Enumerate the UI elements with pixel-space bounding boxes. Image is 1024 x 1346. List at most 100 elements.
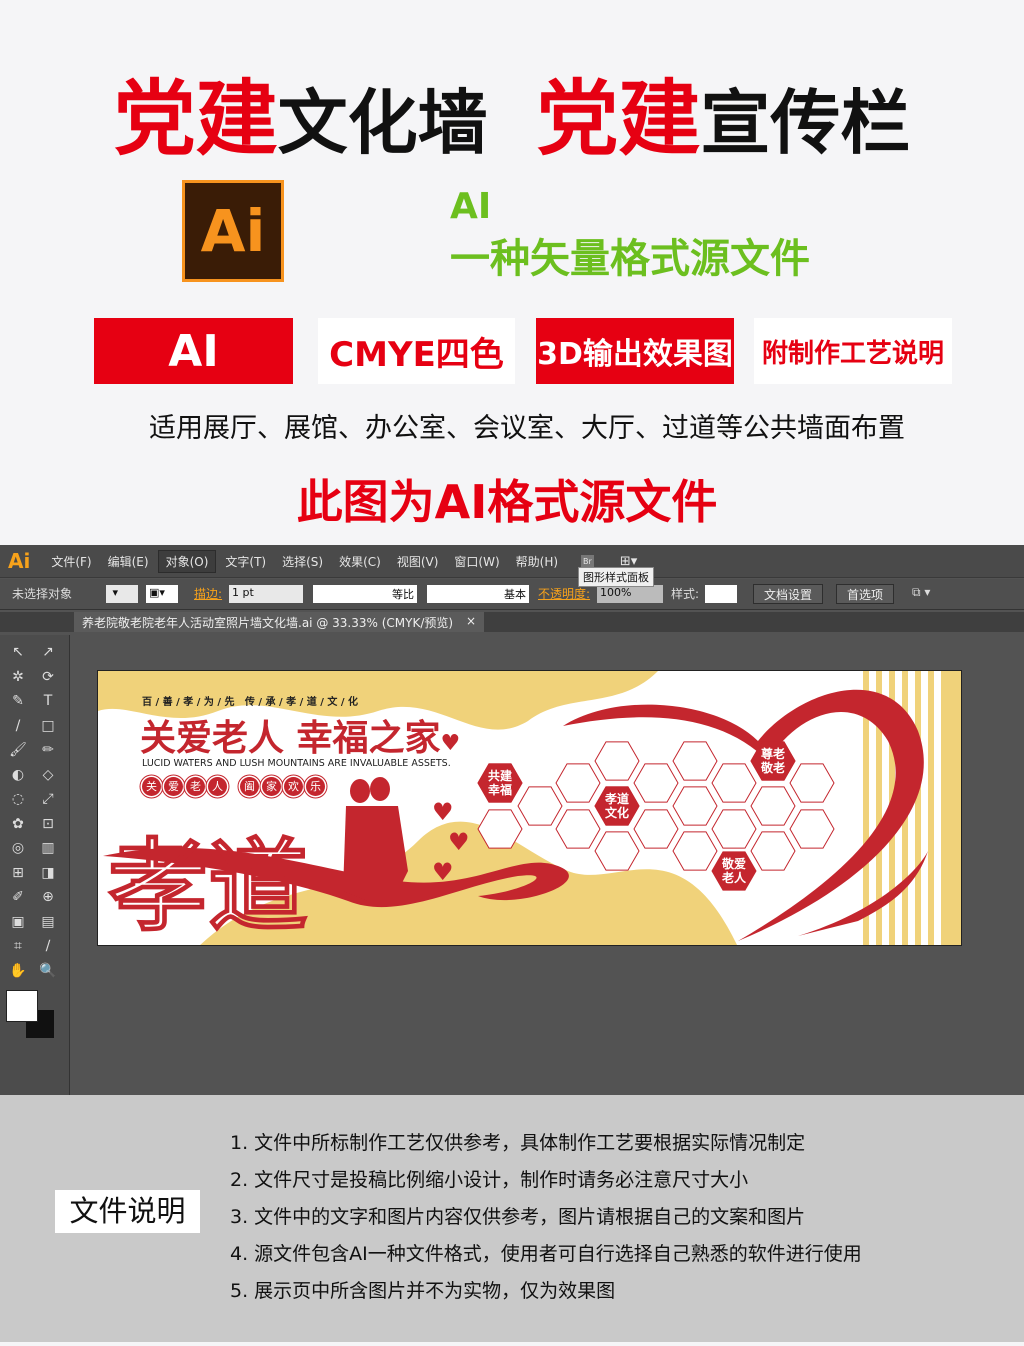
menu-file[interactable]: 文件(F)	[44, 551, 98, 572]
tool-button[interactable]: ⤢	[36, 788, 60, 810]
menu-help[interactable]: 帮助(H)	[509, 551, 565, 572]
tool-button[interactable]: ✎	[6, 690, 30, 712]
tool-button[interactable]: ◇	[36, 764, 60, 786]
selection-status: 未选择对象	[12, 587, 73, 601]
tool-button[interactable]: ↖	[6, 641, 30, 663]
fill-stroke-swatch[interactable]	[6, 990, 38, 1022]
tools-panel: ↖ ↗ ✲ ⟳ ✎ T / □ 🖌 ✏ ◐ ◇ ◌ ⤢ ✿ ⊡ ◎ ▥ ⊞ ◨ ✐ ⊕ ▣ ▤ ⌗ ∕ ✋ 🔍	[0, 635, 70, 1095]
hexagon	[555, 763, 601, 803]
hexagon	[633, 809, 679, 849]
circle-char: 家	[262, 777, 281, 796]
app-logo: Ai	[8, 549, 31, 573]
tool-button[interactable]: ◌	[6, 788, 30, 810]
small-heart: ♥	[432, 798, 454, 826]
menu-view[interactable]: 视图(V)	[390, 551, 446, 572]
hexagon	[594, 741, 640, 781]
close-tab-icon[interactable]: ×	[466, 614, 476, 628]
hexagon	[711, 809, 757, 849]
tool-button[interactable]: ⊞	[6, 862, 30, 884]
circle-chars: 关爱老人阖家欢乐	[142, 777, 325, 796]
tool-button[interactable]: ✐	[6, 886, 30, 908]
hexagon	[750, 786, 796, 826]
menu-window[interactable]: 窗口(W)	[447, 551, 506, 572]
stroke-swatch[interactable]: ▣▾	[146, 585, 178, 603]
hexagon	[750, 831, 796, 871]
tool-button[interactable]: ∕	[36, 935, 60, 957]
style-swatch[interactable]	[705, 585, 737, 603]
menu-object[interactable]: 对象(O)	[157, 549, 217, 573]
notes-label: 文件说明	[55, 1190, 200, 1233]
small-heart: ♥	[432, 858, 454, 886]
hex-label: 尊老敬老	[760, 747, 785, 775]
hexagon	[672, 831, 718, 871]
arrange-icon[interactable]: ⧉ ▾	[912, 585, 930, 600]
tool-button[interactable]: □	[36, 715, 60, 737]
chip-ai: AI	[94, 318, 293, 384]
document-tab[interactable]: 养老院敬老院老年人活动室照片墙文化墙.ai @ 33.33% (CMYK/预览)…	[74, 612, 484, 632]
notice-text: 此图为AI格式源文件	[296, 475, 718, 529]
tool-button[interactable]: ✋	[6, 960, 30, 982]
file-notes-section: 文件说明 1. 文件中所标制作工艺仅供参考，具体制作工艺要根据实际情况制定 2.…	[0, 1095, 1024, 1342]
tool-button[interactable]: 🔍	[36, 960, 60, 982]
tool-button[interactable]: ⌗	[6, 935, 30, 957]
circle-char: 人	[208, 777, 227, 796]
tool-button[interactable]: ◐	[6, 764, 30, 786]
opacity-input[interactable]: 100%	[597, 585, 663, 603]
circle-char: 乐	[306, 777, 325, 796]
bridge-button[interactable]: Br	[581, 554, 594, 568]
tool-button[interactable]: ⟳	[36, 666, 60, 688]
tool-button[interactable]: 🖌	[6, 739, 30, 761]
menu-select[interactable]: 选择(S)	[275, 551, 330, 572]
tool-button[interactable]: ✏	[36, 739, 60, 761]
page-title: 党建文化墙 党建宣传栏	[113, 72, 911, 167]
slogan: 百 / 善 / 孝 / 为 / 先 传 / 承 / 孝 / 道 / 文 / 化	[142, 697, 358, 708]
tool-button[interactable]: ↗	[36, 641, 60, 663]
circle-char: 欢	[284, 777, 303, 796]
menu-effect[interactable]: 效果(C)	[332, 551, 388, 572]
hexagon	[517, 786, 563, 826]
tool-button[interactable]: ✿	[6, 813, 30, 835]
artboard: 孝道 百 / 善 / 孝 / 为 / 先 传 / 承 / 孝 / 道 / 文 /…	[97, 670, 962, 946]
hexagon	[711, 763, 757, 803]
format-desc: 一种矢量格式源文件	[450, 236, 810, 282]
note-5: 5. 展示页中所含图片并不为实物，仅为效果图	[230, 1280, 616, 1302]
circle-char: 老	[186, 777, 205, 796]
tool-button[interactable]: T	[36, 690, 60, 712]
circle-char: 爱	[164, 777, 183, 796]
opacity-label[interactable]: 不透明度:	[538, 585, 590, 602]
circle-char: 关	[142, 777, 161, 796]
hexagon	[555, 809, 601, 849]
note-2: 2. 文件尺寸是投稿比例缩小设计，制作时请务必注意尺寸大小	[230, 1169, 749, 1191]
small-heart: ♥	[448, 828, 470, 856]
variable-width-profile[interactable]: 等比	[313, 585, 417, 603]
tool-button[interactable]: ✲	[6, 666, 30, 688]
hex-label: 孝道文化	[604, 792, 629, 820]
tool-button[interactable]: ◎	[6, 837, 30, 859]
menu-type[interactable]: 文字(T)	[218, 551, 273, 572]
document-tabs: 养老院敬老院老年人活动室照片墙文化墙.ai @ 33.33% (CMYK/预览)…	[0, 612, 1024, 632]
stroke-label[interactable]: 描边:	[194, 585, 222, 602]
fill-swatch[interactable]: ▾	[106, 585, 138, 603]
tool-button[interactable]: ⊡	[36, 813, 60, 835]
tool-button[interactable]: ▣	[6, 911, 30, 933]
document-setup-button[interactable]: 文档设置	[753, 584, 824, 604]
usage-text: 适用展厅、展馆、办公室、会议室、大厅、过道等公共墙面布置	[149, 413, 905, 444]
tool-button[interactable]: ▥	[36, 837, 60, 859]
hexagon	[633, 763, 679, 803]
tool-button[interactable]: ◨	[36, 862, 60, 884]
menu-edit[interactable]: 编辑(E)	[101, 551, 156, 572]
illustrator-window: Ai 文件(F) 编辑(E) 对象(O) 文字(T) 选择(S) 效果(C) 视…	[0, 545, 1024, 1095]
hexagon	[789, 809, 835, 849]
couple-silhouette	[343, 777, 408, 901]
hex-label: 敬爱老人	[721, 857, 746, 885]
tool-button[interactable]: ▤	[36, 911, 60, 933]
menu-bar: Ai 文件(F) 编辑(E) 对象(O) 文字(T) 选择(S) 效果(C) 视…	[0, 545, 1024, 578]
circle-char: 阖	[240, 777, 259, 796]
preferences-button[interactable]: 首选项	[836, 584, 895, 604]
stroke-weight-input[interactable]: 1 pt	[229, 585, 303, 603]
brush-definition[interactable]: 基本	[427, 585, 529, 603]
chip-3d: 3D输出效果图	[536, 318, 734, 384]
ai-logo: Ai	[182, 180, 284, 282]
tool-button[interactable]: /	[6, 715, 30, 737]
tool-button[interactable]: ⊕	[36, 886, 60, 908]
